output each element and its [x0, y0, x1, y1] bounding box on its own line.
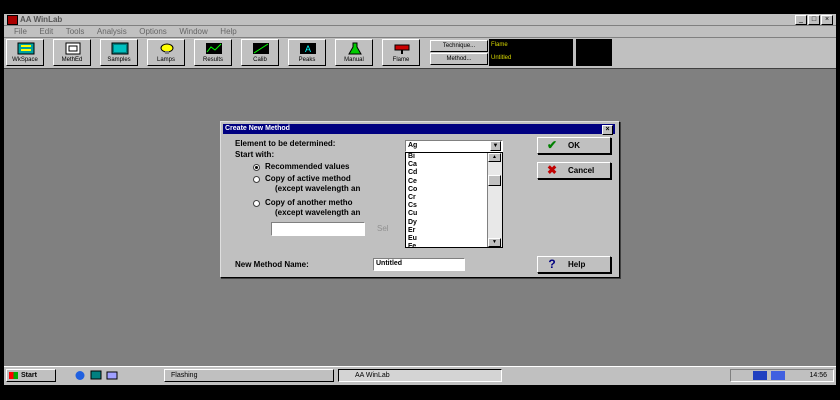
method-button[interactable]: Method...	[430, 53, 488, 65]
windows-logo-icon	[9, 372, 18, 379]
calibration-icon	[253, 43, 269, 54]
toolbar-peaks-button[interactable]: A Peaks	[288, 39, 326, 66]
method-value: Untitled	[491, 55, 512, 61]
toolbar: WkSpace MethEd Samples Lamps Results Cal…	[4, 38, 836, 69]
maximize-button[interactable]: □	[808, 15, 820, 25]
menu-window[interactable]: Window	[179, 26, 207, 37]
window-titlebar: AA WinLab _ □ ×	[4, 14, 836, 26]
cancel-button[interactable]: ✖ Cancel	[537, 162, 611, 179]
scroll-up-icon[interactable]: ▲	[488, 153, 501, 162]
clock: 14:56	[809, 372, 827, 379]
method-file-field[interactable]	[271, 222, 365, 236]
dialog-close-button[interactable]: ×	[602, 125, 613, 135]
menu-analysis[interactable]: Analysis	[97, 26, 127, 37]
menu-tools[interactable]: Tools	[66, 26, 85, 37]
toolbar-samples-button[interactable]: Samples	[100, 39, 138, 66]
new-method-name-label: New Method Name:	[235, 260, 309, 269]
element-dropdown-list[interactable]: Bi Ca Cd Ce Co Cr Cs Cu Dy Er Eu Fe Ga ▲…	[405, 152, 503, 248]
radio-recommended-values[interactable]	[253, 164, 260, 171]
option-recommended-values: Recommended values	[265, 162, 350, 171]
list-scrollbar[interactable]: ▲ ▼	[487, 153, 502, 247]
samples-icon	[111, 42, 129, 55]
ok-button[interactable]: ✔ OK	[537, 137, 611, 154]
channels-icon[interactable]	[106, 370, 118, 381]
start-button[interactable]: Start	[6, 369, 56, 382]
window-title: AA WinLab	[20, 15, 63, 24]
peaks-icon: A	[300, 43, 316, 54]
toolbar-calib-button[interactable]: Calib	[241, 39, 279, 66]
technique-button[interactable]: Technique...	[430, 40, 488, 52]
option-copy-active-method: Copy of active method	[265, 174, 351, 183]
cancel-x-icon: ✖	[546, 163, 558, 177]
technique-value: Flame	[491, 42, 508, 48]
element-label: Element to be determined:	[235, 139, 336, 148]
toolbar-workspace-button[interactable]: WkSpace	[6, 39, 44, 66]
menu-edit[interactable]: Edit	[39, 26, 53, 37]
close-button[interactable]: ×	[821, 15, 833, 25]
toolbar-results-button[interactable]: Results	[194, 39, 232, 66]
dialog-title: Create New Method ×	[223, 124, 615, 135]
toolbar-lamps-button[interactable]: Lamps	[147, 39, 185, 66]
technique-method-display: Flame Untitled	[489, 39, 573, 66]
taskbar-item-flashing[interactable]: Flashing	[164, 369, 334, 382]
results-icon	[206, 43, 222, 54]
radio-copy-active-method[interactable]	[253, 176, 260, 183]
select-method-button[interactable]: Sel	[377, 224, 389, 234]
taskbar: Start Flashing AA WinLab 14:56	[4, 366, 836, 385]
element-combobox[interactable]: Ag	[405, 140, 503, 152]
menu-file[interactable]: File	[14, 26, 27, 37]
desktop: AA WinLab _ □ × File Edit Tools Analysis…	[4, 14, 836, 384]
menu-bar: File Edit Tools Analysis Options Window …	[4, 26, 836, 38]
menu-options[interactable]: Options	[139, 26, 167, 37]
new-method-name-input[interactable]: Untitled	[373, 258, 465, 271]
method-editor-icon	[65, 42, 81, 55]
language-icon[interactable]	[753, 371, 767, 380]
svg-text:A: A	[305, 44, 311, 54]
scroll-thumb[interactable]	[488, 175, 501, 186]
manual-flask-icon	[348, 42, 362, 55]
option-copy-another-note: (except wavelength an	[275, 208, 361, 217]
network-icon[interactable]	[771, 371, 785, 380]
checkmark-icon: ✔	[546, 138, 558, 152]
help-button[interactable]: ? Help	[537, 256, 611, 273]
option-copy-active-note: (except wavelength an	[275, 184, 361, 193]
menu-help[interactable]: Help	[220, 26, 236, 37]
workspace-icon	[17, 42, 35, 55]
toolbar-manual-button[interactable]: Manual	[335, 39, 373, 66]
start-with-label: Start with:	[235, 150, 275, 159]
internet-explorer-icon[interactable]	[74, 370, 86, 381]
toolbar-methed-button[interactable]: MethEd	[53, 39, 91, 66]
scroll-down-icon[interactable]: ▼	[488, 238, 501, 247]
system-tray: 14:56	[730, 369, 834, 382]
option-copy-another-method: Copy of another metho	[265, 198, 353, 207]
minimize-button[interactable]: _	[795, 15, 807, 25]
desktop-icon[interactable]	[90, 370, 102, 381]
toolbar-flame-button[interactable]: Flame	[382, 39, 420, 66]
radio-copy-another-method[interactable]	[253, 200, 260, 207]
chevron-down-icon[interactable]: ▼	[490, 141, 501, 151]
app-icon[interactable]	[7, 15, 18, 25]
lamp-icon	[160, 43, 174, 54]
status-display	[576, 39, 612, 66]
taskbar-item-winlab[interactable]: AA WinLab	[338, 369, 502, 382]
create-new-method-dialog: Create New Method × Element to be determ…	[220, 121, 620, 278]
flame-icon	[394, 44, 410, 54]
help-question-icon: ?	[548, 257, 556, 271]
